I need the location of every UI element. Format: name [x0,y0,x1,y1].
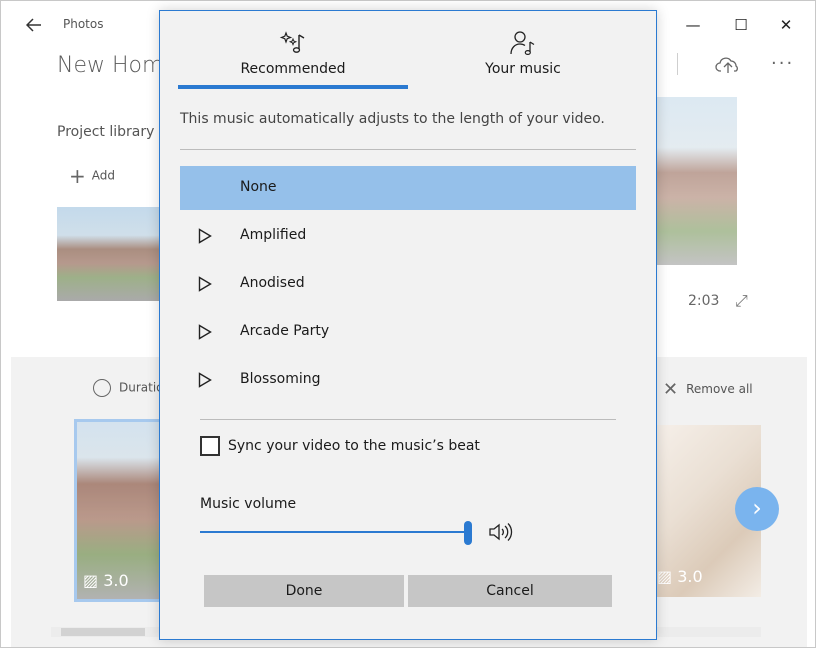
card-duration: ▨ 3.0 [83,571,129,590]
tab-recommended-label: Recommended [240,61,346,77]
sync-beat-label: Sync your video to the music’s beat [228,438,480,454]
volume-slider-fill [200,531,470,533]
track-name: Amplified [240,227,307,243]
library-thumbnail[interactable] [57,207,161,301]
track-name: Anodised [240,275,305,291]
divider [180,149,636,150]
checkbox-box[interactable] [200,436,220,456]
maximize-button[interactable]: ☐ [721,11,761,39]
tab-recommended[interactable]: Recommended [178,29,408,89]
back-arrow-icon [25,18,41,32]
close-button[interactable]: ✕ [766,11,806,39]
track-item-blossoming[interactable]: Blossoming [180,358,636,404]
track-item-anodised[interactable]: Anodised [180,262,636,308]
video-preview [657,97,737,265]
expand-icon[interactable]: ⤢ [735,291,748,311]
toolbar-divider [677,53,678,75]
track-item-arcade-party[interactable]: Arcade Party [180,310,636,356]
music-track-list: None Amplified Anodised Arcade Party Blo… [180,166,636,406]
play-icon[interactable] [198,372,212,388]
play-icon[interactable] [198,276,212,292]
remove-all-label: Remove all [686,382,753,396]
play-icon[interactable] [198,324,212,340]
chevron-right-icon: › [752,494,762,522]
volume-slider-thumb[interactable] [464,521,472,545]
image-icon: ▨ [83,571,99,590]
person-note-icon [510,31,535,56]
divider [200,419,616,420]
card-duration: ▨ 3.0 [657,567,703,586]
sparkle-note-icon [279,31,305,53]
track-item-amplified[interactable]: Amplified [180,214,636,260]
plus-icon: + [69,164,86,188]
add-button[interactable]: + Add [69,164,115,188]
close-icon: ✕ [663,379,679,400]
clock-icon [93,379,111,397]
image-icon: ▨ [657,567,673,586]
active-tab-indicator [178,85,408,89]
track-item-none[interactable]: None [180,166,636,210]
speaker-icon[interactable] [488,521,514,543]
background-music-dialog: Recommended Your music This music automa… [159,10,657,640]
tab-your-music-label: Your music [485,61,561,77]
more-options-icon[interactable]: ··· [771,53,794,74]
sync-beat-checkbox[interactable]: Sync your video to the music’s beat [200,436,480,456]
track-name: Arcade Party [240,323,330,339]
scrollbar-thumb[interactable] [61,628,145,636]
cancel-button[interactable]: Cancel [408,575,612,607]
back-button[interactable] [19,11,49,39]
tab-your-music[interactable]: Your music [408,29,638,89]
track-name: None [240,179,277,195]
minimize-button[interactable]: — [673,11,713,39]
play-icon[interactable] [198,228,212,244]
remove-all-button[interactable]: ✕ Remove all [663,379,753,400]
add-label: Add [91,168,115,183]
app-name: Photos [63,17,104,31]
project-library-label: Project library [57,124,155,140]
next-button[interactable]: › [735,487,779,531]
cloud-upload-icon[interactable] [715,55,741,75]
track-name: Blossoming [240,371,321,387]
done-button[interactable]: Done [204,575,404,607]
music-description: This music automatically adjusts to the … [180,111,605,127]
music-volume-label: Music volume [200,496,297,512]
preview-time: 2:03 [688,293,720,309]
